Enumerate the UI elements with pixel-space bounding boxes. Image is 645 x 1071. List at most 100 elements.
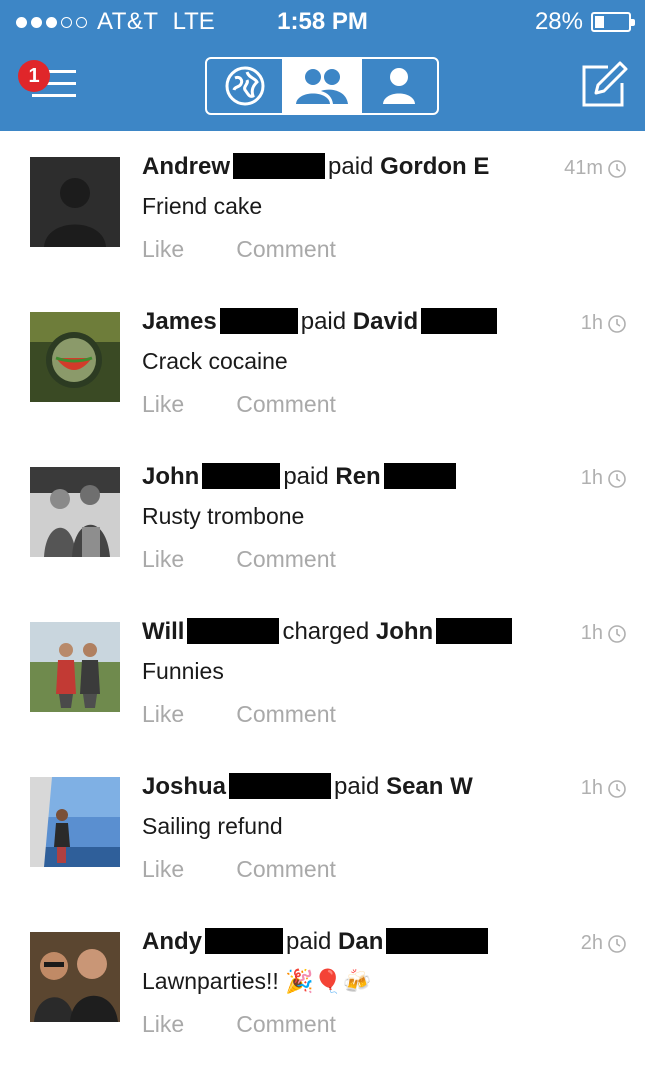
redacted-surname — [233, 153, 326, 179]
timestamp: 41m — [564, 157, 627, 180]
tab-public[interactable] — [207, 59, 285, 113]
battery-icon — [591, 12, 635, 32]
comment-button[interactable]: Comment — [236, 1011, 336, 1037]
comment-button[interactable]: Comment — [236, 701, 336, 727]
comment-button[interactable]: Comment — [236, 546, 336, 572]
redacted-surname — [436, 618, 513, 644]
item-actions: Like Comment — [142, 391, 388, 418]
transaction-title: James paid David — [142, 308, 500, 336]
target-name[interactable]: Gordon E — [380, 153, 489, 180]
actor-name[interactable]: John — [142, 463, 199, 490]
timestamp: 1h — [581, 312, 627, 335]
clock-icon — [608, 469, 626, 488]
timestamp: 1h — [581, 777, 627, 800]
feed-item: James paid David 1h Crack cocaine Like Com… — [0, 286, 645, 441]
target-name[interactable]: Dan — [338, 928, 383, 955]
redacted-surname — [421, 308, 498, 334]
payment-note: Crack cocaine — [142, 348, 288, 374]
transaction-verb: charged — [282, 618, 370, 645]
tab-personal[interactable] — [362, 59, 437, 113]
clock-icon — [608, 159, 626, 178]
item-actions: Like Comment — [142, 856, 388, 883]
app-header: AT&T LTE 1:58 PM 28% 1 — [0, 0, 645, 131]
item-actions: Like Comment — [142, 236, 388, 263]
friends-icon — [295, 69, 348, 104]
redacted-surname — [219, 308, 298, 334]
redacted-surname — [386, 928, 489, 954]
avatar[interactable] — [30, 932, 120, 1022]
like-button[interactable]: Like — [142, 1011, 184, 1037]
feed-item: Will charged John 1h Funnies Like Comment — [0, 596, 645, 751]
transaction-title: Andrew paid Gordon E — [142, 153, 489, 181]
feed-item: Andy paid Dan 2h Lawnparties!! 🎉🎈🍻 Like Co… — [0, 906, 645, 1061]
like-button[interactable]: Like — [142, 856, 184, 882]
compose-button[interactable] — [576, 58, 632, 112]
like-button[interactable]: Like — [142, 546, 184, 572]
avatar[interactable] — [30, 622, 120, 712]
globe-icon — [225, 66, 265, 106]
item-actions: Like Comment — [142, 701, 388, 728]
actor-name[interactable]: Joshua — [142, 773, 226, 800]
status-bar: AT&T LTE 1:58 PM 28% — [0, 0, 645, 44]
like-button[interactable]: Like — [142, 701, 184, 727]
person-icon — [383, 68, 416, 104]
time-label: 1h — [580, 622, 603, 644]
time-label: 1h — [580, 777, 603, 799]
clock-icon — [608, 779, 626, 798]
comment-button[interactable]: Comment — [236, 391, 336, 417]
timestamp: 1h — [581, 467, 627, 490]
time-label: 1h — [580, 312, 603, 334]
time-label: 1h — [580, 467, 603, 489]
transaction-title: Andy paid Dan — [142, 928, 491, 956]
payment-note: Friend cake — [142, 193, 263, 219]
target-name[interactable]: John — [376, 618, 433, 645]
target-name[interactable]: David — [353, 308, 418, 335]
actor-name[interactable]: Will — [142, 618, 184, 645]
item-actions: Like Comment — [142, 546, 388, 573]
transaction-title: Joshua paid Sean W — [142, 773, 473, 801]
clock-icon — [608, 934, 626, 953]
target-name[interactable]: Ren — [335, 463, 380, 490]
menu-button[interactable]: 1 — [18, 58, 80, 104]
avatar[interactable] — [30, 777, 120, 867]
payment-note: Sailing refund — [142, 813, 283, 839]
avatar[interactable] — [30, 312, 120, 402]
time-label: 41m — [564, 157, 603, 179]
avatar[interactable] — [30, 467, 120, 557]
feed-filter — [205, 57, 439, 115]
clock-icon — [608, 314, 626, 333]
feed-item: John paid Ren 1h Rusty trombone Like Comme… — [0, 441, 645, 596]
compose-icon — [582, 61, 628, 107]
redacted-surname — [202, 463, 281, 489]
like-button[interactable]: Like — [142, 236, 184, 262]
transaction-verb: paid — [334, 773, 380, 800]
target-name[interactable]: Sean W — [386, 773, 473, 800]
time-label: 2h — [580, 932, 603, 954]
battery-percent: 28% — [534, 8, 583, 35]
payment-note: Rusty trombone — [142, 503, 305, 529]
actor-name[interactable]: Andy — [142, 928, 202, 955]
feed-item: Andrew paid Gordon E 41m Friend cake Like… — [0, 131, 645, 286]
timestamp: 2h — [581, 932, 627, 955]
transaction-verb: paid — [300, 308, 347, 335]
transaction-verb: paid — [286, 928, 332, 955]
transaction-title: Will charged John — [142, 618, 515, 646]
transaction-verb: paid — [283, 463, 329, 490]
activity-feed: Andrew paid Gordon E 41m Friend cake Like… — [0, 131, 645, 1061]
redacted-surname — [229, 773, 332, 799]
comment-button[interactable]: Comment — [236, 856, 336, 882]
feed-item: Joshua paid Sean W 1h Sailing refund Like… — [0, 751, 645, 906]
payment-note: Funnies — [142, 658, 224, 684]
payment-note: Lawnparties!! 🎉🎈🍻 — [142, 968, 372, 994]
item-actions: Like Comment — [142, 1011, 388, 1038]
avatar[interactable] — [30, 157, 120, 247]
actor-name[interactable]: James — [142, 308, 217, 335]
redacted-surname — [205, 928, 283, 954]
comment-button[interactable]: Comment — [236, 236, 336, 262]
status-right: 28% — [534, 8, 635, 36]
notification-badge: 1 — [18, 60, 50, 92]
actor-name[interactable]: Andrew — [142, 153, 230, 180]
like-button[interactable]: Like — [142, 391, 184, 417]
redacted-surname — [187, 618, 280, 644]
tab-friends[interactable] — [284, 59, 362, 113]
